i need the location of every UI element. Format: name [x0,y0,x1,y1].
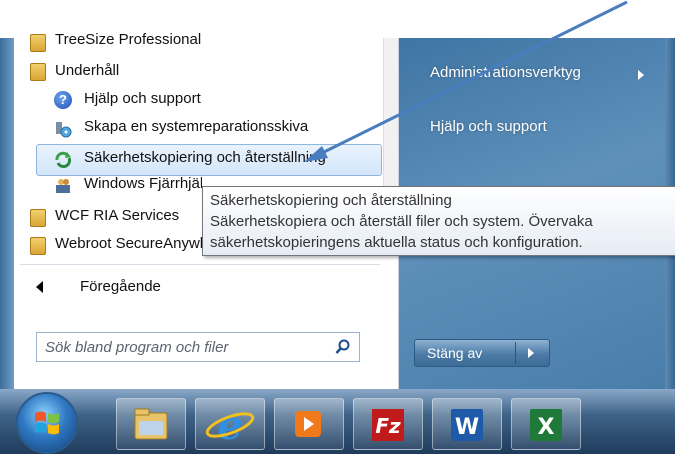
annotation-arrow [304,0,628,162]
